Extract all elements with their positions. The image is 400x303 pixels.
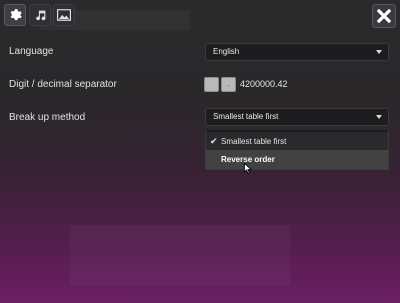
checkmark-icon: ✔ bbox=[210, 136, 218, 146]
background-ghost bbox=[70, 225, 290, 285]
tab-sound[interactable] bbox=[29, 4, 51, 26]
image-icon bbox=[57, 9, 71, 21]
break-up-select[interactable]: Smallest table first bbox=[205, 108, 389, 126]
separator-sample: 4200000.42 bbox=[240, 79, 288, 89]
tab-display[interactable] bbox=[53, 4, 75, 26]
break-up-value: Smallest table first bbox=[213, 112, 279, 121]
dropdown-option[interactable]: ✔ Smallest table first bbox=[206, 132, 388, 151]
close-button[interactable] bbox=[372, 4, 396, 28]
option-label: Smallest table first bbox=[221, 137, 287, 146]
language-select[interactable]: English bbox=[205, 43, 389, 61]
settings-panel: Language English Digit / decimal separat… bbox=[0, 0, 400, 303]
dropdown-option[interactable]: Reverse order bbox=[206, 150, 388, 169]
decimal-separator-input[interactable]: . bbox=[221, 77, 236, 92]
language-label: Language bbox=[9, 46, 54, 57]
chevron-down-icon bbox=[376, 50, 382, 54]
music-note-icon bbox=[35, 10, 45, 20]
separator-label: Digit / decimal separator bbox=[9, 79, 117, 90]
close-icon bbox=[377, 9, 391, 23]
language-value: English bbox=[213, 47, 240, 56]
break-up-label: Break up method bbox=[9, 112, 86, 123]
digit-separator-input[interactable] bbox=[204, 77, 219, 92]
gear-icon bbox=[10, 9, 22, 21]
break-up-dropdown: ✔ Smallest table first Reverse order bbox=[205, 130, 389, 170]
tab-settings[interactable] bbox=[4, 4, 26, 26]
chevron-down-icon bbox=[376, 115, 382, 119]
mouse-cursor-icon bbox=[244, 163, 252, 174]
